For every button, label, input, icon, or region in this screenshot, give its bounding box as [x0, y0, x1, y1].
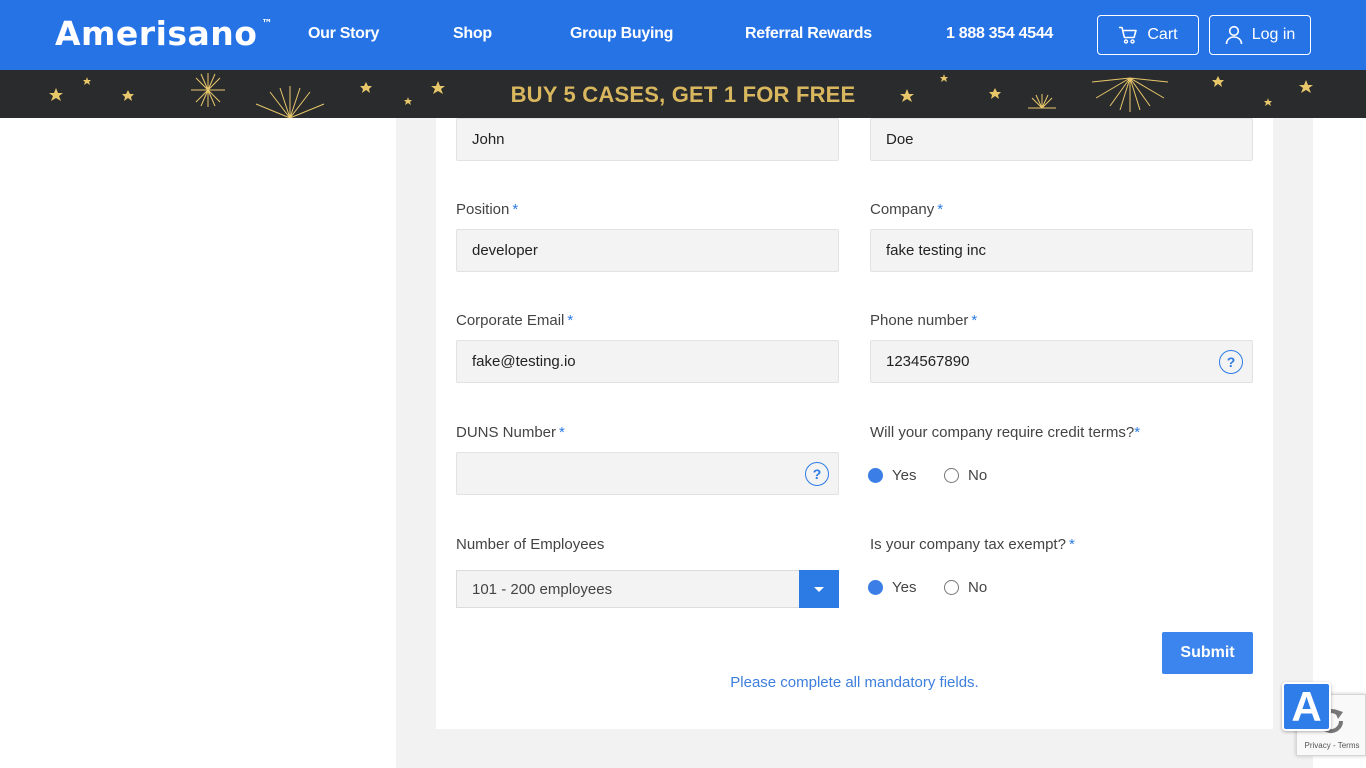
credit-terms-no-radio[interactable]: No: [944, 467, 987, 484]
submit-button[interactable]: Submit: [1162, 632, 1253, 674]
tax-exempt-no-label: No: [968, 579, 988, 596]
company-field[interactable]: fake testing inc: [870, 229, 1253, 272]
duns-number-label: DUNS Number *: [456, 424, 565, 441]
promo-banner[interactable]: BUY 5 CASES, GET 1 FOR FREE: [0, 70, 1366, 118]
credit-terms-yes-label: Yes: [892, 467, 917, 484]
nav-our-story[interactable]: Our Story: [308, 25, 379, 43]
duns-help-icon[interactable]: ?: [805, 462, 829, 486]
tax-exempt-label: Is your company tax exempt? *: [870, 536, 1075, 553]
nav-shop[interactable]: Shop: [453, 25, 492, 43]
tax-exempt-yes-label: Yes: [892, 579, 917, 596]
tax-exempt-yes-radio[interactable]: Yes: [868, 579, 916, 596]
tax-exempt-no-radio[interactable]: No: [944, 579, 987, 596]
recaptcha-privacy-terms[interactable]: Privacy - Terms: [1297, 741, 1366, 750]
logo-text: Amerisano: [55, 14, 258, 53]
radio-unselected-icon: [944, 580, 959, 595]
corporate-email-label: Corporate Email *: [456, 312, 574, 329]
employees-select[interactable]: 101 - 200 employees: [456, 570, 839, 608]
last-name-value: Doe: [886, 131, 914, 148]
amerisano-logo[interactable]: Amerisano ™: [55, 14, 272, 53]
phone-number-link[interactable]: 1 888 354 4544: [946, 25, 1053, 43]
position-value: developer: [472, 242, 538, 259]
first-name-field[interactable]: John: [456, 118, 839, 161]
credit-terms-label: Will your company require credit terms?*: [870, 424, 1141, 441]
trademark-mark: ™: [261, 17, 273, 30]
dropdown-arrow-icon[interactable]: [799, 570, 839, 608]
corporate-email-value: fake@testing.io: [472, 353, 576, 370]
radio-selected-icon: [868, 580, 883, 595]
employees-label: Number of Employees: [456, 536, 605, 553]
cart-icon: [1118, 26, 1138, 44]
last-name-field[interactable]: Doe: [870, 118, 1253, 161]
position-label: Position *: [456, 201, 519, 218]
accessibility-widget-button[interactable]: A: [1282, 682, 1331, 731]
credit-terms-no-label: No: [968, 467, 988, 484]
nav-group-buying[interactable]: Group Buying: [570, 25, 673, 43]
user-icon: [1225, 25, 1243, 45]
nav-referral-rewards[interactable]: Referral Rewards: [745, 25, 872, 43]
login-button[interactable]: Log in: [1209, 15, 1311, 55]
employees-selected-value: 101 - 200 employees: [472, 580, 613, 598]
first-name-value: John: [472, 131, 505, 148]
promo-text: BUY 5 CASES, GET 1 FOR FREE: [510, 82, 856, 107]
credit-terms-yes-radio[interactable]: Yes: [868, 467, 916, 484]
radio-unselected-icon: [944, 468, 959, 483]
cart-label: Cart: [1147, 26, 1178, 43]
phone-number-label: Phone number *: [870, 312, 978, 329]
phone-number-value: 1234567890: [886, 353, 970, 370]
login-label: Log in: [1251, 26, 1296, 43]
company-label: Company *: [870, 201, 944, 218]
phone-help-icon[interactable]: ?: [1219, 350, 1243, 374]
position-field[interactable]: developer: [456, 229, 839, 272]
cart-button[interactable]: Cart: [1097, 15, 1199, 55]
corporate-email-field[interactable]: fake@testing.io: [456, 340, 839, 383]
validation-message: Please complete all mandatory fields.: [730, 674, 979, 691]
top-navigation-bar: Amerisano ™ Our Story Shop Group Buying R…: [0, 0, 1366, 70]
company-value: fake testing inc: [886, 242, 987, 259]
radio-selected-icon: [868, 468, 883, 483]
phone-number-field[interactable]: 1234567890 ?: [870, 340, 1253, 383]
duns-number-field[interactable]: ?: [456, 452, 839, 495]
